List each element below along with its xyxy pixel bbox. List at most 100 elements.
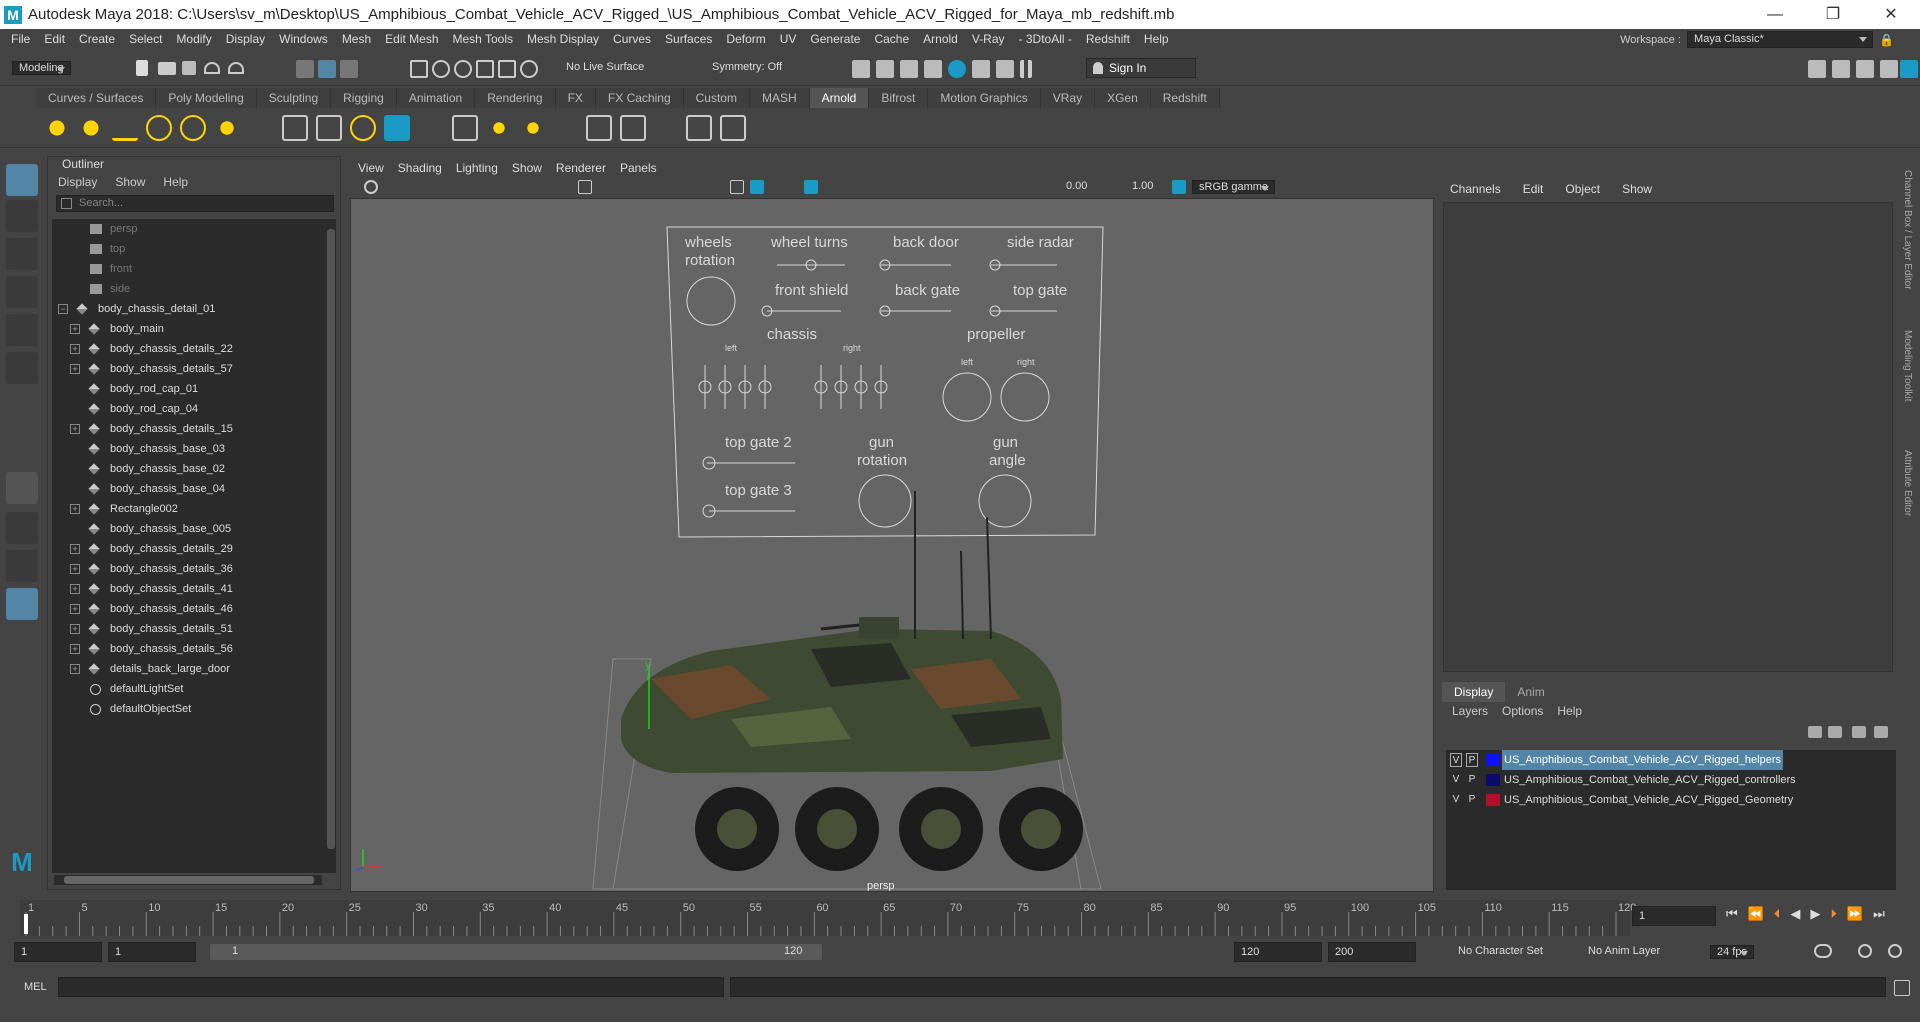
new-layer-selected-icon[interactable]	[1874, 726, 1888, 738]
expand-icon[interactable]: +	[70, 544, 80, 554]
expand-icon[interactable]: +	[70, 364, 80, 374]
lasso-tool-icon[interactable]	[6, 200, 38, 232]
photometric-light-icon[interactable]	[112, 115, 138, 141]
shelf-tab-arnold[interactable]: Arnold	[809, 88, 870, 108]
outliner-menu-help[interactable]: Help	[163, 175, 188, 189]
go-to-start-icon[interactable]: ⏮	[1726, 906, 1738, 922]
select-hierarchy-icon[interactable]	[296, 60, 314, 78]
go-to-end-icon[interactable]: ⏭	[1873, 906, 1885, 922]
menu-mesh-display[interactable]: Mesh Display	[520, 32, 606, 46]
mesh-light-icon[interactable]	[78, 115, 104, 141]
step-back-frame-icon[interactable]: ⏴	[1774, 906, 1781, 922]
camera-select-icon[interactable]	[364, 180, 378, 194]
menu-edit[interactable]: Edit	[37, 32, 72, 46]
layer-color-swatch[interactable]	[1486, 794, 1500, 806]
snap-surface-icon[interactable]	[498, 60, 516, 78]
layer-playback-toggle[interactable]: P	[1466, 753, 1478, 767]
display-layer-row[interactable]: V P US_Amphibious_Combat_Vehicle_ACV_Rigge…	[1446, 770, 1892, 790]
snap-point-icon[interactable]	[454, 60, 472, 78]
shelf-tab-animation[interactable]: Animation	[396, 88, 476, 108]
color-space-dropdown[interactable]: sRGB gamma	[1192, 180, 1276, 194]
layers-options-menu[interactable]: Options	[1502, 702, 1543, 720]
vp-menu-lighting[interactable]: Lighting	[456, 161, 498, 175]
tx-icon[interactable]	[520, 115, 546, 141]
move-tool-icon[interactable]	[6, 276, 38, 308]
current-time-marker[interactable]	[24, 914, 28, 934]
color-management-icon[interactable]	[1172, 180, 1186, 194]
render-view-icon[interactable]	[972, 60, 990, 78]
exposure-field[interactable]: 0.00	[1066, 180, 1098, 192]
sign-in-button[interactable]: Sign In	[1086, 58, 1196, 78]
vp-menu-panels[interactable]: Panels	[620, 161, 657, 175]
tool-settings-icon[interactable]	[1880, 60, 1898, 78]
menu-select[interactable]: Select	[122, 32, 169, 46]
flush-cache-icon[interactable]	[586, 115, 612, 141]
humanik-icon[interactable]	[1832, 60, 1850, 78]
snap-curve-icon[interactable]	[432, 60, 450, 78]
shelf-tab-motion-graphics[interactable]: Motion Graphics	[928, 88, 1041, 108]
outliner-hscrollbar[interactable]	[54, 875, 322, 885]
layer-tab-display[interactable]: Display	[1442, 682, 1506, 702]
shelf-tab-redshift[interactable]: Redshift	[1150, 88, 1220, 108]
select-object-icon[interactable]	[318, 60, 336, 78]
move-layer-down-icon[interactable]	[1828, 726, 1842, 738]
shelf-tab-rigging[interactable]: Rigging	[331, 88, 397, 108]
scale-tool-icon[interactable]	[6, 352, 38, 384]
area-light-icon[interactable]	[44, 115, 70, 141]
menu-file[interactable]: File	[4, 32, 37, 46]
display-layer-row[interactable]: V P US_Amphibious_Combat_Vehicle_ACV_Rigge…	[1446, 750, 1892, 770]
anim-layer-dropdown[interactable]: No Anim Layer	[1588, 945, 1660, 957]
layer-visibility-toggle[interactable]: V	[1450, 793, 1462, 807]
new-layer-icon[interactable]	[1852, 726, 1866, 738]
expand-icon[interactable]: +	[70, 644, 80, 654]
menu-help[interactable]: Help	[1137, 32, 1176, 46]
vp-menu-renderer[interactable]: Renderer	[556, 161, 606, 175]
channel-box-area[interactable]	[1443, 202, 1893, 672]
channels-menu[interactable]: Channels	[1450, 182, 1501, 196]
pause-icon[interactable]	[1020, 60, 1032, 78]
snap-view-icon[interactable]	[476, 60, 494, 78]
menu-uv[interactable]: UV	[773, 32, 804, 46]
menu-create[interactable]: Create	[72, 32, 122, 46]
channel-box-icon[interactable]	[1900, 60, 1918, 78]
current-frame-field[interactable]: 1	[1632, 906, 1716, 926]
symmetry-dropdown[interactable]: Symmetry: Off	[712, 61, 782, 73]
undo-icon[interactable]	[204, 62, 220, 74]
display-layer-row[interactable]: V P US_Amphibious_Combat_Vehicle_ACV_Rigge…	[1446, 790, 1892, 810]
tab-attribute-editor[interactable]: Attribute Editor	[1902, 450, 1913, 516]
single-view-icon[interactable]	[6, 472, 38, 504]
wireframe-icon[interactable]	[730, 180, 744, 194]
script-editor-icon[interactable]	[1894, 980, 1910, 996]
channel-edit-menu[interactable]: Edit	[1523, 182, 1544, 196]
layer-tab-anim[interactable]: Anim	[1505, 682, 1556, 702]
auto-key-icon[interactable]	[1858, 944, 1872, 958]
menu-generate[interactable]: Generate	[803, 32, 867, 46]
menu-arnold[interactable]: Arnold	[916, 32, 965, 46]
shelf-tab-custom[interactable]: Custom	[683, 88, 750, 108]
menu-redshift[interactable]: Redshift	[1079, 32, 1137, 46]
shelf-tab-sculpting[interactable]: Sculpting	[256, 88, 332, 108]
xray-icon[interactable]	[804, 180, 818, 194]
collapse-icon[interactable]: −	[58, 304, 68, 314]
paint-select-icon[interactable]	[6, 238, 38, 270]
render-settings-icon[interactable]	[924, 60, 942, 78]
visibility-eye-icon[interactable]	[686, 115, 712, 141]
select-tool-icon[interactable]	[6, 164, 38, 196]
shelf-tab-fx-caching[interactable]: FX Caching	[595, 88, 684, 108]
render-view-icon-2[interactable]	[452, 115, 478, 141]
expand-icon[interactable]: +	[70, 584, 80, 594]
expand-icon[interactable]: +	[70, 664, 80, 674]
menu-mesh-tools[interactable]: Mesh Tools	[446, 32, 520, 46]
command-input[interactable]	[58, 977, 724, 997]
minimize-button[interactable]: —	[1746, 0, 1804, 29]
menu-display[interactable]: Display	[219, 32, 272, 46]
physical-sky-icon[interactable]	[214, 115, 240, 141]
anim-prefs-icon[interactable]	[1888, 944, 1902, 958]
fps-dropdown[interactable]: 24 fps	[1710, 945, 1754, 959]
step-forward-key-icon[interactable]: ⏩	[1847, 906, 1863, 922]
loop-icon[interactable]	[1814, 944, 1832, 958]
curve-collector-icon[interactable]	[350, 115, 376, 141]
viewport-persp[interactable]: wheels rotation wheel turns back door si…	[350, 198, 1434, 892]
render-frame-icon[interactable]	[852, 60, 870, 78]
layer-visibility-toggle[interactable]: V	[1450, 773, 1462, 787]
